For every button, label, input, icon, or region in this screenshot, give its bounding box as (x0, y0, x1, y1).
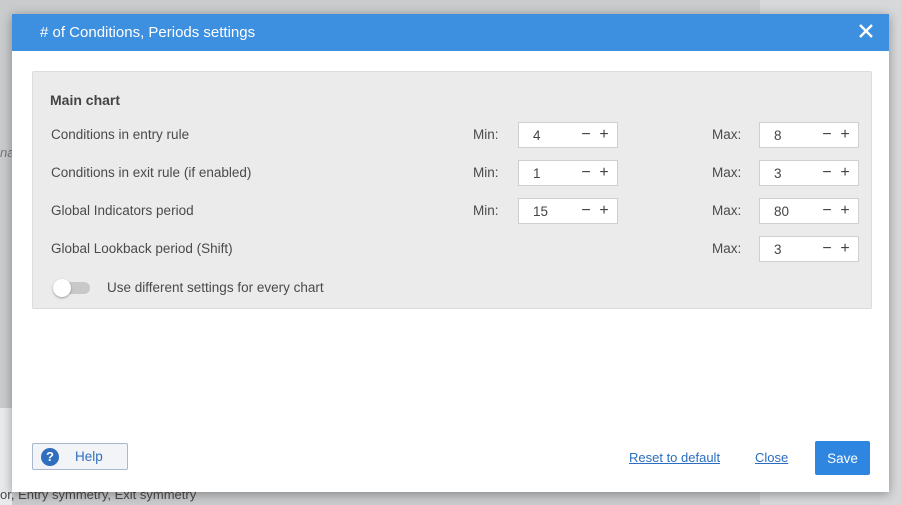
decrement-button[interactable]: − (818, 161, 836, 185)
decrement-button[interactable]: − (818, 123, 836, 147)
max-input[interactable]: 3 (760, 242, 818, 257)
row-label: Global Lookback period (Shift) (51, 241, 233, 256)
increment-button[interactable]: + (836, 199, 854, 223)
settings-dialog: # of Conditions, Periods settings Main c… (12, 14, 889, 492)
decrement-button[interactable]: − (818, 199, 836, 223)
row-conditions-exit: Conditions in exit rule (if enabled) Min… (33, 160, 871, 186)
max-stepper: 3 − + (759, 160, 859, 186)
row-indicators-period: Global Indicators period Min: 15 − + Max… (33, 198, 871, 224)
row-label: Conditions in exit rule (if enabled) (51, 165, 252, 180)
min-label: Min: (473, 203, 499, 218)
question-icon: ? (41, 447, 59, 466)
increment-button[interactable]: + (595, 123, 613, 147)
dialog-title: # of Conditions, Periods settings (40, 24, 256, 41)
min-label: Min: (473, 127, 499, 142)
min-input[interactable]: 1 (519, 166, 577, 181)
decrement-button[interactable]: − (818, 237, 836, 261)
increment-button[interactable]: + (836, 123, 854, 147)
min-stepper: 1 − + (518, 160, 618, 186)
decrement-button[interactable]: − (577, 161, 595, 185)
increment-button[interactable]: + (595, 199, 613, 223)
save-button[interactable]: Save (815, 441, 870, 475)
min-input[interactable]: 15 (519, 204, 577, 219)
max-stepper: 80 − + (759, 198, 859, 224)
reset-to-default-link[interactable]: Reset to default (629, 450, 720, 465)
min-label: Min: (473, 165, 499, 180)
different-settings-toggle[interactable] (53, 279, 90, 297)
different-settings-row: Use different settings for every chart (33, 277, 871, 299)
help-button[interactable]: ? Help (32, 443, 128, 470)
toggle-label: Use different settings for every chart (107, 280, 324, 295)
max-label: Max: (712, 203, 742, 218)
row-label: Conditions in entry rule (51, 127, 190, 142)
close-link[interactable]: Close (755, 450, 788, 465)
max-input[interactable]: 3 (760, 166, 818, 181)
close-icon[interactable] (855, 20, 877, 42)
increment-button[interactable]: + (836, 161, 854, 185)
max-label: Max: (712, 241, 742, 256)
max-stepper: 8 − + (759, 122, 859, 148)
max-input[interactable]: 80 (760, 204, 818, 219)
row-conditions-entry: Conditions in entry rule Min: 4 − + Max:… (33, 122, 871, 148)
increment-button[interactable]: + (836, 237, 854, 261)
toggle-knob (53, 279, 71, 297)
row-lookback-period: Global Lookback period (Shift) Max: 3 − … (33, 236, 871, 262)
help-label: Help (75, 449, 103, 464)
section-heading: Main chart (50, 92, 121, 108)
increment-button[interactable]: + (595, 161, 613, 185)
decrement-button[interactable]: − (577, 199, 595, 223)
max-label: Max: (712, 165, 742, 180)
min-stepper: 15 − + (518, 198, 618, 224)
row-label: Global Indicators period (51, 203, 194, 218)
max-stepper: 3 − + (759, 236, 859, 262)
min-input[interactable]: 4 (519, 128, 577, 143)
main-chart-section: Main chart Conditions in entry rule Min:… (32, 71, 872, 309)
max-label: Max: (712, 127, 742, 142)
dialog-titlebar: # of Conditions, Periods settings (12, 14, 889, 51)
max-input[interactable]: 8 (760, 128, 818, 143)
decrement-button[interactable]: − (577, 123, 595, 147)
min-stepper: 4 − + (518, 122, 618, 148)
